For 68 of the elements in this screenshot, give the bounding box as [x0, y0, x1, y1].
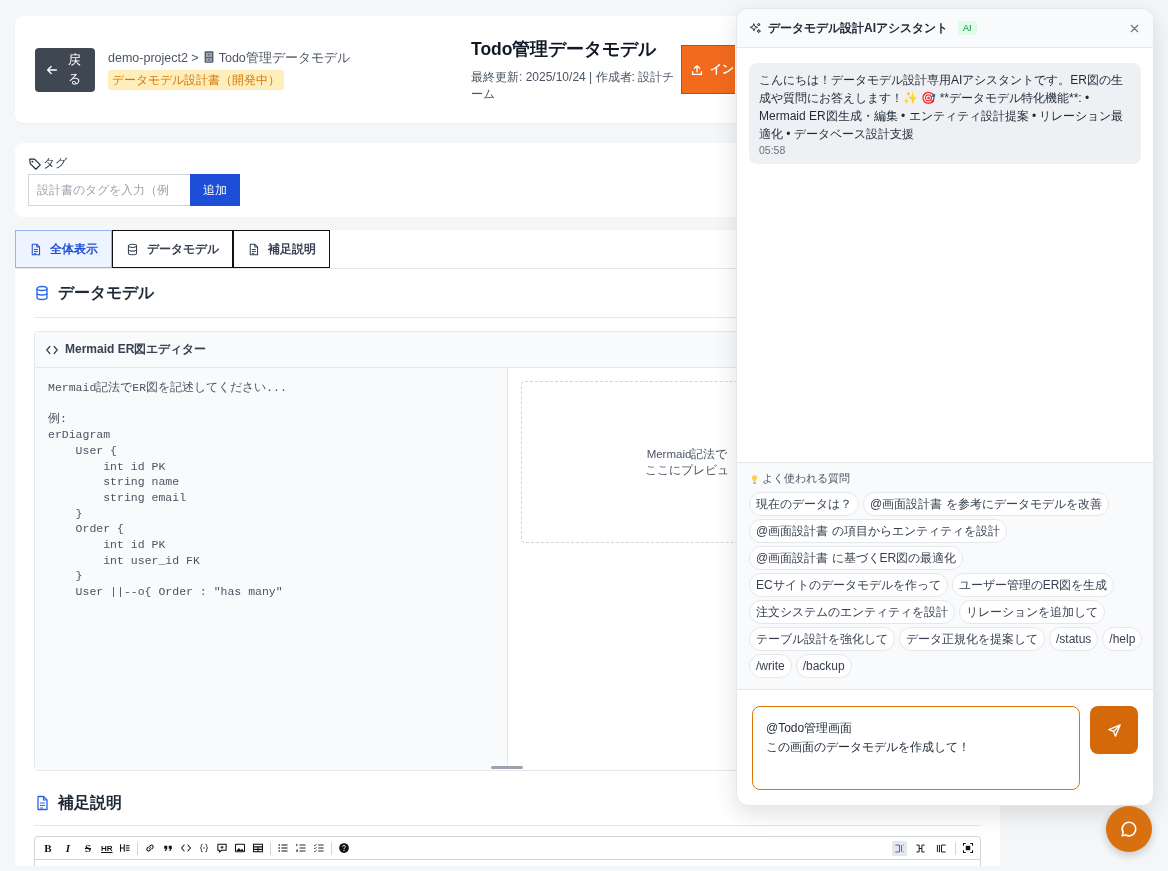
document-icon: [29, 242, 42, 256]
message-text: こんにちは！データモデル設計専用AIアシスタントです。ER図の生成や質問にお答えします！✨ 🎯 **データモデル特化機能**: • Mermaid ER図生成・編集 • エンティティ設計提案 • リレーション最適化 • データベース設計支援: [759, 72, 1125, 143]
checklist-icon[interactable]: [312, 842, 325, 854]
chat-button[interactable]: [1106, 806, 1152, 852]
section-heading: 補足説明: [58, 792, 122, 813]
code-block-icon[interactable]: [197, 842, 210, 854]
suggestion-chip[interactable]: @画面設計書 の項目からエンティティを設計: [749, 519, 1007, 543]
suggestions-label: よく使われる質問: [762, 472, 850, 486]
suggestion-chip[interactable]: テーブル設計を強化して: [749, 627, 895, 651]
format-button[interactable]: S: [81, 842, 95, 854]
suggestion-chip[interactable]: @画面設計書 を参考にデータモデルを改善: [863, 492, 1109, 516]
table-icon[interactable]: [251, 842, 264, 854]
breadcrumb-link[interactable]: demo-project2 >: [108, 51, 199, 66]
section-heading: データモデル: [58, 282, 154, 303]
code-icon[interactable]: [179, 842, 192, 854]
bullet-list-icon[interactable]: [276, 842, 289, 854]
upload-icon: [690, 62, 704, 77]
suggestion-chip[interactable]: 現在のデータは？: [749, 492, 859, 516]
suggestion-chip[interactable]: /help: [1102, 627, 1143, 651]
send-icon: [1106, 722, 1122, 738]
tab[interactable]: 補足説明: [233, 230, 330, 268]
tag-label: タグ: [43, 155, 67, 172]
suggestion-chip[interactable]: 注文システムのエンティティを設計: [749, 600, 955, 624]
panel-title: データモデル設計AIアシスタント: [768, 19, 948, 37]
database-icon: [34, 285, 50, 301]
suggestion-chip[interactable]: @画面設計書 に基づくER図の最適化: [749, 546, 964, 570]
document-icon: [34, 795, 50, 811]
code-editor[interactable]: Mermaid記法でER図を記述してください... 例: erDiagram User { int id PK string name string email } Order { int id PK int user_id FK } User ||--o{ Order : "has many": [35, 368, 508, 770]
tag-icon: [28, 156, 42, 171]
suggestion-chip[interactable]: データ正規化を提案して: [899, 627, 1045, 651]
page-meta: 最終更新: 2025/10/24 | 作成者: 設計チーム: [471, 68, 676, 103]
page-title: Todo管理データモデル: [471, 37, 658, 61]
tab[interactable]: 全体表示: [15, 230, 112, 268]
comment-icon[interactable]: [215, 842, 228, 854]
suggestion-chip[interactable]: リレーションを追加して: [959, 600, 1105, 624]
preview-text: ここにプレビュ: [645, 463, 729, 478]
breadcrumb-current: Todo管理データモデル: [218, 51, 350, 66]
preview-text: Mermaid記法で: [646, 446, 728, 462]
numbered-list-icon[interactable]: [294, 842, 307, 854]
suggestion-chip[interactable]: ユーザー管理のER図を生成: [951, 573, 1115, 597]
add-tag-button[interactable]: 追加: [190, 174, 240, 206]
message-time: 05:58: [759, 144, 787, 156]
chat-icon: [1120, 820, 1138, 838]
database-icon: [126, 242, 139, 256]
link-icon[interactable]: [143, 842, 156, 854]
suggestion-chip[interactable]: /backup: [795, 654, 852, 678]
tag-input[interactable]: 設計書のタグを入力（例: [28, 174, 190, 206]
heading-icon[interactable]: [118, 842, 131, 854]
suggestion-chip[interactable]: ECサイトのデータモデルを作って: [749, 573, 948, 597]
image-icon[interactable]: [233, 842, 246, 854]
editor-title: Mermaid ER図エディター: [65, 341, 207, 358]
format-button[interactable]: HR: [101, 843, 113, 853]
suggestion-chip[interactable]: /write: [749, 654, 792, 678]
suggestion-chip[interactable]: /status: [1049, 627, 1099, 651]
message-input[interactable]: @Todo管理画面 この画面のデータモデルを作成して！: [752, 706, 1081, 790]
resize-handle[interactable]: [491, 766, 523, 769]
lightbulb-icon: [749, 473, 760, 485]
ai-badge: AI: [958, 21, 977, 35]
sparkle-icon: [749, 21, 762, 35]
document-icon: [247, 242, 260, 256]
format-button[interactable]: I: [61, 842, 75, 854]
status-badge: データモデル設計書（開発中）: [108, 69, 284, 90]
format-button[interactable]: B: [41, 842, 55, 854]
help-icon[interactable]: [337, 842, 350, 854]
fullscreen-icon[interactable]: [962, 842, 974, 854]
back-button[interactable]: 戻る: [35, 47, 95, 92]
tab[interactable]: データモデル: [112, 230, 233, 268]
send-button[interactable]: [1090, 706, 1138, 754]
